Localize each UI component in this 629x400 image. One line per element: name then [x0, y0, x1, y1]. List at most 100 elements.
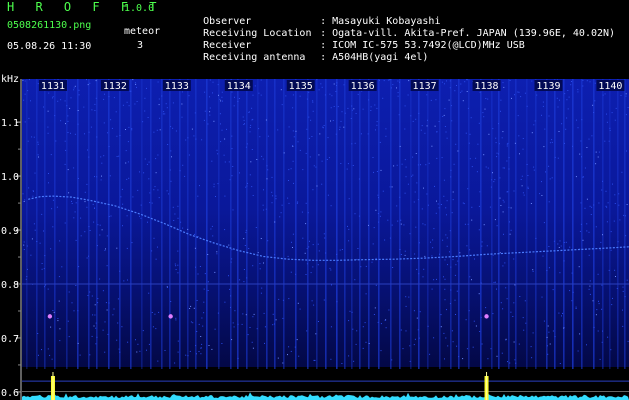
- noise-dot: [251, 119, 253, 121]
- noise-dot: [224, 229, 226, 231]
- noise-dot: [380, 211, 382, 213]
- meteor-label: meteor: [124, 26, 161, 37]
- noise-dot: [304, 252, 306, 254]
- noise-dot: [559, 363, 561, 364]
- noise-dot: [542, 105, 544, 107]
- noise-dot: [217, 312, 219, 314]
- noise-dot: [579, 230, 581, 232]
- noise-dot: [265, 119, 267, 121]
- noise-dot: [249, 127, 251, 128]
- noise-streak: [572, 79, 574, 369]
- noise-dot: [32, 195, 34, 197]
- noise-dot: [202, 325, 204, 327]
- noise-dot: [209, 79, 211, 81]
- noise-dot: [551, 177, 553, 179]
- noise-dot: [422, 223, 424, 225]
- noise-dot: [285, 95, 287, 97]
- noise-dot: [412, 120, 414, 122]
- noise-dot: [589, 285, 591, 287]
- noise-dot: [493, 281, 495, 283]
- noise-dot: [404, 192, 406, 194]
- noise-dot: [579, 333, 581, 335]
- noise-dot: [172, 102, 174, 104]
- noise-dot: [277, 357, 279, 359]
- noise-dot: [65, 123, 66, 125]
- noise-dot: [195, 345, 197, 347]
- noise-dot: [627, 107, 629, 108]
- noise-dot: [157, 189, 159, 191]
- noise-dot: [606, 206, 608, 208]
- noise-dot: [589, 293, 591, 295]
- noise-dot: [599, 358, 601, 360]
- noise-dot: [323, 125, 325, 126]
- noise-dot: [601, 189, 603, 191]
- noise-dot: [243, 119, 245, 121]
- noise-streak: [307, 79, 309, 369]
- noise-dot: [153, 131, 155, 133]
- noise-dot: [92, 314, 94, 316]
- noise-dot: [170, 301, 172, 302]
- noise-dot: [519, 153, 520, 155]
- noise-dot: [588, 231, 590, 233]
- noise-dot: [450, 105, 452, 107]
- noise-dot: [28, 79, 30, 81]
- noise-dot: [500, 99, 502, 101]
- noise-dot: [513, 302, 515, 304]
- noise-dot: [51, 208, 53, 210]
- noise-dot: [318, 89, 320, 91]
- noise-dot: [434, 125, 436, 127]
- noise-dot: [52, 226, 54, 228]
- noise-dot: [256, 159, 258, 160]
- noise-dot: [568, 96, 570, 98]
- noise-dot: [483, 116, 485, 118]
- noise-dot: [478, 122, 480, 124]
- noise-dot: [508, 157, 510, 159]
- noise-dot: [74, 133, 76, 135]
- noise-dot: [229, 179, 231, 181]
- noise-streak: [535, 79, 537, 369]
- noise-dot: [328, 157, 330, 159]
- noise-dot: [618, 193, 620, 195]
- noise-dot: [364, 322, 366, 324]
- noise-dot: [481, 241, 483, 243]
- noise-dot: [162, 113, 164, 115]
- noise-dot: [77, 342, 79, 344]
- noise-dot: [170, 126, 172, 128]
- noise-dot: [360, 133, 362, 135]
- noise-dot: [135, 83, 137, 85]
- noise-dot: [279, 216, 281, 218]
- noise-dot: [425, 164, 427, 166]
- noise-dot: [365, 265, 367, 267]
- noise-dot: [243, 269, 245, 270]
- noise-dot: [95, 322, 97, 324]
- noise-dot: [376, 171, 378, 172]
- noise-dot: [155, 258, 157, 260]
- noise-dot: [405, 305, 407, 307]
- noise-dot: [64, 163, 66, 165]
- noise-dot: [548, 246, 550, 247]
- noise-dot: [494, 219, 496, 221]
- noise-dot: [440, 326, 442, 328]
- noise-dot: [26, 276, 28, 278]
- noise-dot: [282, 317, 284, 319]
- noise-dot: [306, 128, 308, 130]
- noise-dot: [33, 136, 35, 138]
- noise-dot: [132, 79, 134, 81]
- noise-dot: [75, 202, 77, 204]
- noise-dot: [109, 175, 111, 177]
- noise-dot: [313, 304, 315, 306]
- noise-dot: [226, 128, 227, 130]
- noise-dot: [140, 204, 142, 206]
- noise-dot: [446, 214, 447, 216]
- noise-dot: [259, 263, 261, 265]
- noise-dot: [190, 305, 192, 307]
- noise-dot: [155, 328, 157, 330]
- noise-dot: [64, 100, 66, 102]
- noise-dot: [353, 108, 355, 110]
- noise-streak: [593, 79, 595, 369]
- noise-dot: [485, 98, 487, 99]
- noise-dot: [146, 87, 147, 89]
- noise-streak: [325, 79, 327, 369]
- noise-dot: [472, 346, 474, 348]
- noise-dot: [84, 201, 86, 203]
